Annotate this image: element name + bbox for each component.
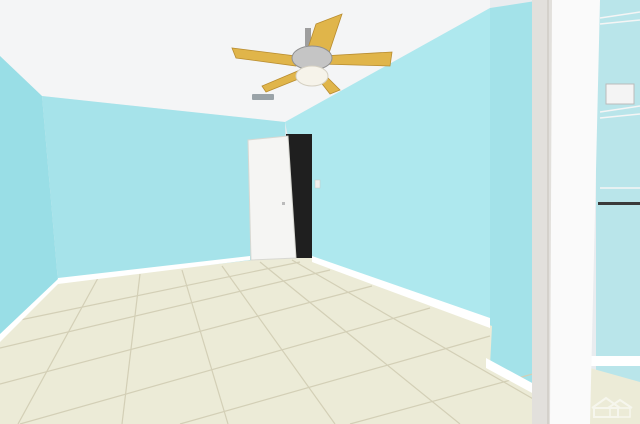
ceiling-vent (252, 94, 274, 100)
closet-rod (598, 202, 640, 205)
room-photo (0, 0, 640, 424)
room-illustration (0, 0, 640, 424)
interior-door (247, 134, 312, 261)
fan-light (295, 65, 329, 87)
light-switch (314, 179, 321, 189)
house-logo-icon (591, 396, 633, 418)
closet-item (605, 83, 635, 105)
closet-baseboard (590, 356, 640, 366)
closet-door-edge (532, 0, 552, 424)
